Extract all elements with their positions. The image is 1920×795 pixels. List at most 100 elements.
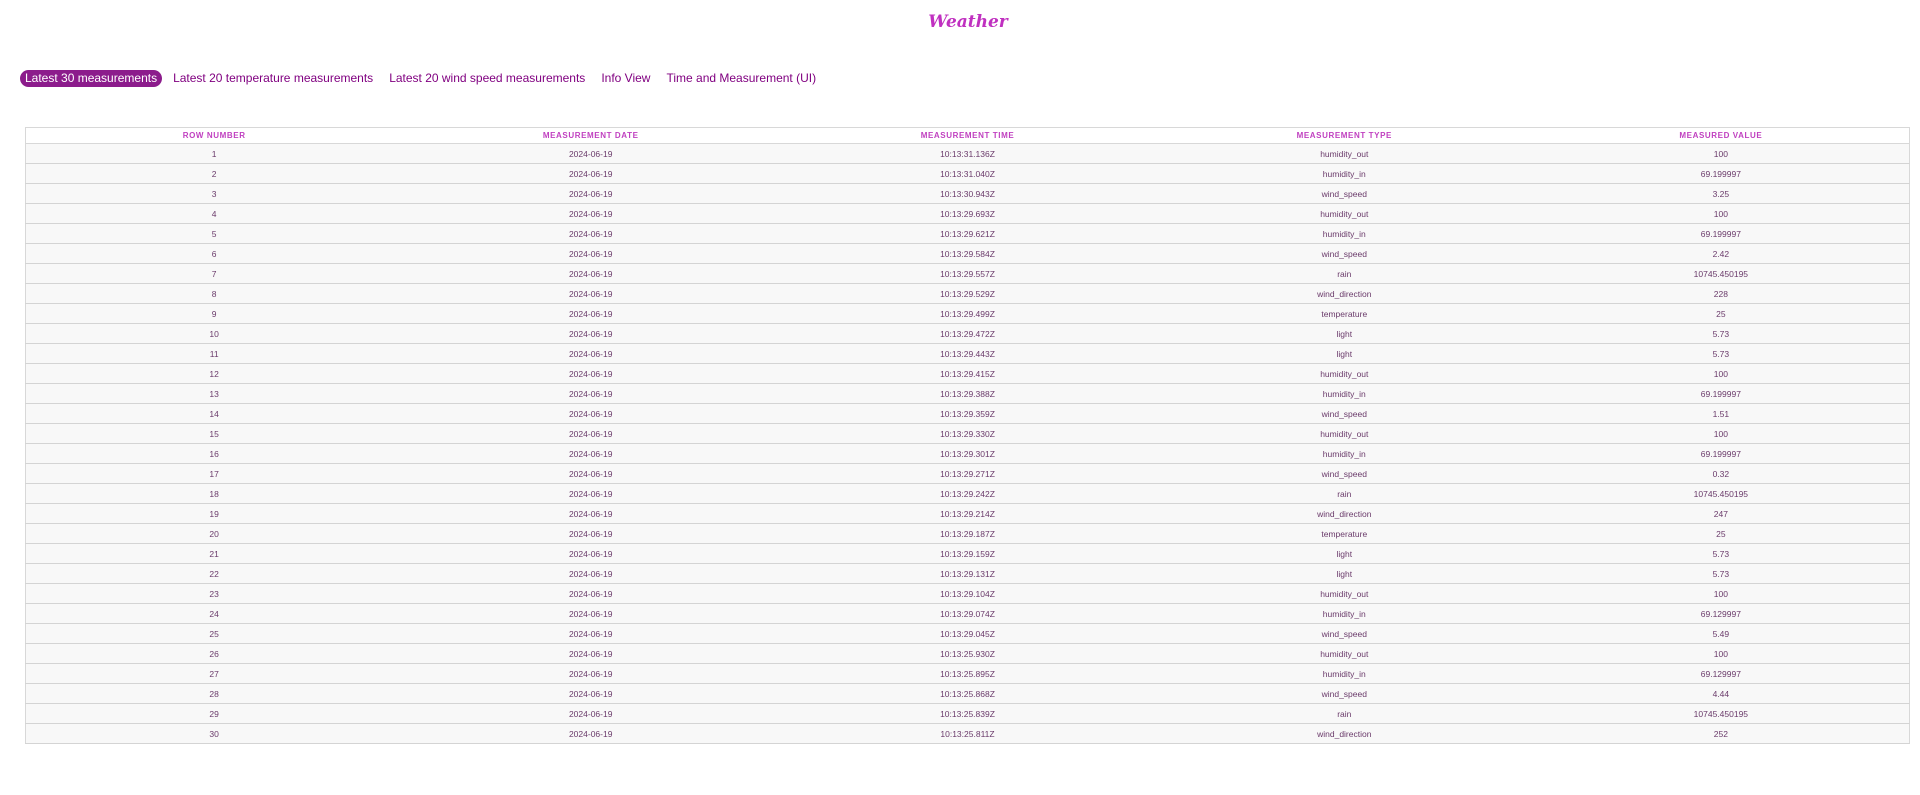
- cell-value: 69.129997: [1532, 603, 1910, 624]
- cell-date: 2024-06-19: [402, 143, 780, 164]
- cell-time: 10:13:29.045Z: [779, 623, 1156, 644]
- cell-date: 2024-06-19: [402, 563, 780, 584]
- cell-type: humidity_out: [1155, 363, 1533, 384]
- cell-date: 2024-06-19: [402, 683, 780, 704]
- cell-value: 25: [1532, 303, 1910, 324]
- cell-value: 69.199997: [1532, 383, 1910, 404]
- cell-time: 10:13:31.040Z: [779, 163, 1156, 184]
- cell-type: light: [1155, 343, 1533, 364]
- table-row: 25 2024-06-19 10:13:29.045Z wind_speed 5.49: [25, 623, 1910, 644]
- cell-date: 2024-06-19: [402, 523, 780, 544]
- cell-row-number: 8: [25, 283, 403, 304]
- nav-item-latest-20-wind-speed-measurements[interactable]: Latest 20 wind speed measurements: [384, 70, 590, 87]
- table-row: 28 2024-06-19 10:13:25.868Z wind_speed 4.44: [25, 683, 1910, 704]
- cell-row-number: 10: [25, 323, 403, 344]
- table-row: 17 2024-06-19 10:13:29.271Z wind_speed 0.32: [25, 463, 1910, 484]
- cell-type: temperature: [1155, 303, 1533, 324]
- cell-row-number: 11: [25, 343, 403, 364]
- cell-row-number: 6: [25, 243, 403, 264]
- cell-value: 5.73: [1532, 343, 1910, 364]
- cell-time: 10:13:25.930Z: [779, 643, 1156, 664]
- cell-time: 10:13:29.074Z: [779, 603, 1156, 624]
- cell-row-number: 14: [25, 403, 403, 424]
- cell-type: wind_direction: [1155, 503, 1533, 524]
- cell-row-number: 24: [25, 603, 403, 624]
- cell-type: light: [1155, 563, 1533, 584]
- table-row: 1 2024-06-19 10:13:31.136Z humidity_out 100: [25, 143, 1910, 164]
- cell-type: humidity_out: [1155, 643, 1533, 664]
- cell-row-number: 1: [25, 143, 403, 164]
- cell-row-number: 26: [25, 643, 403, 664]
- cell-time: 10:13:29.443Z: [779, 343, 1156, 364]
- nav-item-time-and-measurement-ui[interactable]: Time and Measurement (UI): [661, 70, 821, 87]
- header-measurement-date[interactable]: Measurement date: [402, 127, 780, 144]
- cell-time: 10:13:29.621Z: [779, 223, 1156, 244]
- cell-time: 10:13:29.415Z: [779, 363, 1156, 384]
- cell-date: 2024-06-19: [402, 263, 780, 284]
- table-row: 30 2024-06-19 10:13:25.811Z wind_direction 2…: [25, 723, 1910, 744]
- cell-date: 2024-06-19: [402, 543, 780, 564]
- cell-time: 10:13:25.895Z: [779, 663, 1156, 684]
- table-row: 4 2024-06-19 10:13:29.693Z humidity_out 100: [25, 203, 1910, 224]
- header-measurement-time[interactable]: Measurement time: [779, 127, 1156, 144]
- cell-type: rain: [1155, 703, 1533, 724]
- cell-date: 2024-06-19: [402, 723, 780, 744]
- cell-row-number: 18: [25, 483, 403, 504]
- cell-time: 10:13:29.104Z: [779, 583, 1156, 604]
- header-measurement-type[interactable]: Measurement type: [1155, 127, 1533, 144]
- cell-date: 2024-06-19: [402, 583, 780, 604]
- table-row: 2 2024-06-19 10:13:31.040Z humidity_in 69.19…: [25, 163, 1910, 184]
- cell-row-number: 17: [25, 463, 403, 484]
- cell-type: wind_speed: [1155, 183, 1533, 204]
- cell-time: 10:13:29.472Z: [779, 323, 1156, 344]
- cell-date: 2024-06-19: [402, 643, 780, 664]
- table-row: 9 2024-06-19 10:13:29.499Z temperature 25: [25, 303, 1910, 324]
- table-row: 23 2024-06-19 10:13:29.104Z humidity_out 100: [25, 583, 1910, 604]
- cell-date: 2024-06-19: [402, 663, 780, 684]
- cell-value: 69.129997: [1532, 663, 1910, 684]
- cell-type: wind_direction: [1155, 283, 1533, 304]
- nav-item-latest-20-temperature-measurements[interactable]: Latest 20 temperature measurements: [168, 70, 378, 87]
- cell-time: 10:13:29.529Z: [779, 283, 1156, 304]
- cell-type: light: [1155, 323, 1533, 344]
- cell-value: 247: [1532, 503, 1910, 524]
- table-row: 16 2024-06-19 10:13:29.301Z humidity_in 69.1…: [25, 443, 1910, 464]
- cell-time: 10:13:29.693Z: [779, 203, 1156, 224]
- cell-date: 2024-06-19: [402, 223, 780, 244]
- cell-value: 0.32: [1532, 463, 1910, 484]
- table-row: 10 2024-06-19 10:13:29.472Z light 5.73: [25, 323, 1910, 344]
- cell-time: 10:13:29.388Z: [779, 383, 1156, 404]
- table-header-row: Row number Measurement date Measurement ti…: [25, 127, 1910, 144]
- cell-row-number: 16: [25, 443, 403, 464]
- cell-value: 25: [1532, 523, 1910, 544]
- cell-date: 2024-06-19: [402, 623, 780, 644]
- cell-row-number: 3: [25, 183, 403, 204]
- cell-value: 10745.450195: [1532, 703, 1910, 724]
- cell-date: 2024-06-19: [402, 323, 780, 344]
- cell-value: 69.199997: [1532, 443, 1910, 464]
- cell-date: 2024-06-19: [402, 443, 780, 464]
- table-row: 22 2024-06-19 10:13:29.131Z light 5.73: [25, 563, 1910, 584]
- cell-value: 10745.450195: [1532, 483, 1910, 504]
- cell-date: 2024-06-19: [402, 163, 780, 184]
- cell-date: 2024-06-19: [402, 603, 780, 624]
- header-row-number[interactable]: Row number: [25, 127, 403, 144]
- cell-type: wind_direction: [1155, 723, 1533, 744]
- table-row: 18 2024-06-19 10:13:29.242Z rain 10745.45019…: [25, 483, 1910, 504]
- nav-item-latest-30-measurements[interactable]: Latest 30 measurements: [20, 70, 163, 87]
- cell-time: 10:13:29.214Z: [779, 503, 1156, 524]
- nav-item-info-view[interactable]: Info View: [596, 70, 655, 87]
- cell-date: 2024-06-19: [402, 383, 780, 404]
- cell-date: 2024-06-19: [402, 503, 780, 524]
- header-measured-value[interactable]: Measured value: [1532, 127, 1910, 144]
- cell-date: 2024-06-19: [402, 463, 780, 484]
- cell-time: 10:13:29.271Z: [779, 463, 1156, 484]
- cell-value: 5.73: [1532, 563, 1910, 584]
- cell-row-number: 7: [25, 263, 403, 284]
- cell-value: 100: [1532, 423, 1910, 444]
- cell-row-number: 22: [25, 563, 403, 584]
- table-row: 20 2024-06-19 10:13:29.187Z temperature 25: [25, 523, 1910, 544]
- cell-value: 10745.450195: [1532, 263, 1910, 284]
- cell-row-number: 27: [25, 663, 403, 684]
- cell-date: 2024-06-19: [402, 343, 780, 364]
